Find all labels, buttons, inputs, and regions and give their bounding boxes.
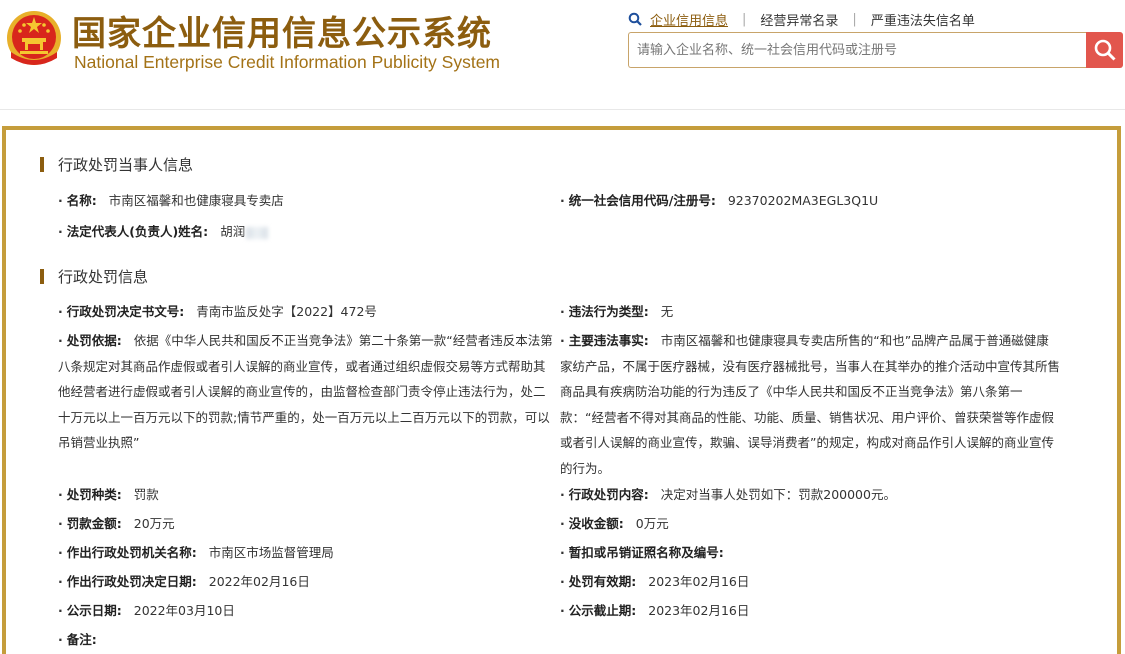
field-label: 行政处罚内容:: [568, 487, 649, 502]
search-input[interactable]: [628, 32, 1088, 68]
field-publish-deadline: · 公示截止期: 2023年02月16日: [560, 603, 750, 618]
field-label: 作出行政处罚机关名称:: [66, 545, 197, 560]
field-confiscation-amount: · 没收金额: 0万元: [560, 516, 669, 531]
field-license-suspension: · 暂扣或吊销证照名称及编号:: [560, 545, 724, 560]
nav-enterprise-credit[interactable]: 企业信用信息: [650, 10, 728, 29]
field-label: 处罚有效期:: [568, 574, 637, 589]
field-value: 决定对当事人处罚如下：罚款200000元。: [660, 487, 896, 502]
field-label: 名称:: [66, 193, 97, 208]
nav-abnormal-list[interactable]: 经营异常名录: [760, 10, 838, 29]
field-main-facts: · 主要违法事实: 市南区福馨和也健康寝具专卖店所售的“和也”品牌产品属于普通磁健康…: [560, 333, 1061, 476]
field-value: 2022年02月16日: [208, 574, 310, 589]
nav-serious-violation-list[interactable]: 严重违法失信名单: [871, 10, 975, 29]
field-label: 主要违法事实:: [568, 333, 649, 348]
search-icon: [628, 12, 642, 26]
redacted-text: [246, 226, 269, 239]
field-label: 违法行为类型:: [568, 304, 649, 319]
field-penalty-basis: · 处罚依据: 依据《中华人民共和国反不正当竞争法》第二十条第一款“经营者违反本法第…: [58, 333, 553, 450]
national-emblem-icon: [7, 11, 61, 65]
field-value: 市南区市场监督管理局: [208, 545, 334, 560]
field-label: 作出行政处罚决定日期:: [66, 574, 197, 589]
field-label: 没收金额:: [568, 516, 624, 531]
section-penalty-info: 行政处罚信息: [40, 266, 148, 286]
field-label: 统一社会信用代码/注册号:: [568, 193, 716, 208]
search-icon: [1094, 39, 1116, 61]
site-title-en: National Enterprise Credit Information P…: [74, 52, 501, 72]
field-violation-type: · 违法行为类型: 无: [560, 304, 674, 319]
header-divider: [0, 109, 1125, 110]
field-label: 行政处罚决定书文号:: [66, 304, 185, 319]
field-value: 2022年03月10日: [133, 603, 235, 618]
section-title: 行政处罚信息: [58, 267, 149, 286]
field-label: 公示截止期:: [568, 603, 637, 618]
field-publish-date: · 公示日期: 2022年03月10日: [58, 603, 235, 618]
penalty-detail-card: 行政处罚当事人信息 · 名称: 市南区福馨和也健康寝具专卖店 · 统一社会信用代码/注…: [2, 126, 1121, 654]
site-header: 国家企业信用信息公示系统 National Enterprise Credit …: [0, 0, 1125, 110]
section-title: 行政处罚当事人信息: [58, 155, 194, 174]
field-label: 处罚种类:: [66, 487, 122, 502]
site-title-cn: 国家企业信用信息公示系统: [72, 14, 492, 54]
search-button[interactable]: [1086, 32, 1123, 68]
field-decision-doc-no: · 行政处罚决定书文号: 青南市监反处字【2022】472号: [58, 304, 377, 319]
field-value: 20万元: [133, 516, 175, 531]
field-value: 市南区福馨和也健康寝具专卖店: [108, 193, 284, 208]
field-value: 罚款: [133, 487, 159, 502]
field-penalty-kind: · 处罚种类: 罚款: [58, 487, 159, 502]
field-value: 92370202MA3EGL3Q1U: [727, 193, 879, 208]
field-credit-code: · 统一社会信用代码/注册号: 92370202MA3EGL3Q1U: [560, 193, 879, 208]
field-label: 处罚依据:: [66, 333, 122, 348]
field-label: 暂扣或吊销证照名称及编号:: [568, 545, 724, 560]
field-fine-amount: · 罚款金额: 20万元: [58, 516, 175, 531]
field-decision-date: · 作出行政处罚决定日期: 2022年02月16日: [58, 574, 310, 589]
field-legal-rep: · 法定代表人(负责人)姓名: 胡润: [58, 219, 269, 245]
field-value: 胡润: [220, 224, 246, 239]
nav-separator: |: [742, 11, 747, 27]
field-label: 罚款金额:: [66, 516, 122, 531]
field-label: 法定代表人(负责人)姓名:: [66, 224, 209, 239]
section-marker: [40, 268, 44, 284]
field-remark: · 备注:: [58, 632, 97, 647]
field-authority-name: · 作出行政处罚机关名称: 市南区市场监督管理局: [58, 545, 334, 560]
field-value: 无: [660, 304, 674, 319]
section-party-info: 行政处罚当事人信息: [40, 154, 193, 174]
field-label: 公示日期:: [66, 603, 122, 618]
field-value: 市南区福馨和也健康寝具专卖店所售的“和也”品牌产品属于普通磁健康家纺产品，不属于…: [560, 333, 1061, 476]
top-nav: 企业信用信息 | 经营异常名录 | 严重违法失信名单: [628, 9, 975, 29]
field-label: 备注:: [66, 632, 97, 647]
field-value: 2023年02月16日: [648, 603, 750, 618]
field-value: 青南市监反处字【2022】472号: [196, 304, 377, 319]
field-name: · 名称: 市南区福馨和也健康寝具专卖店: [58, 193, 284, 208]
field-penalty-content: · 行政处罚内容: 决定对当事人处罚如下：罚款200000元。: [560, 487, 896, 502]
nav-separator: |: [852, 11, 857, 27]
field-value: 0万元: [635, 516, 669, 531]
field-value: 依据《中华人民共和国反不正当竞争法》第二十条第一款“经营者违反本法第八条规定对其…: [58, 333, 553, 450]
field-penalty-validity: · 处罚有效期: 2023年02月16日: [560, 574, 750, 589]
field-value: 2023年02月16日: [648, 574, 750, 589]
section-marker: [40, 156, 44, 172]
